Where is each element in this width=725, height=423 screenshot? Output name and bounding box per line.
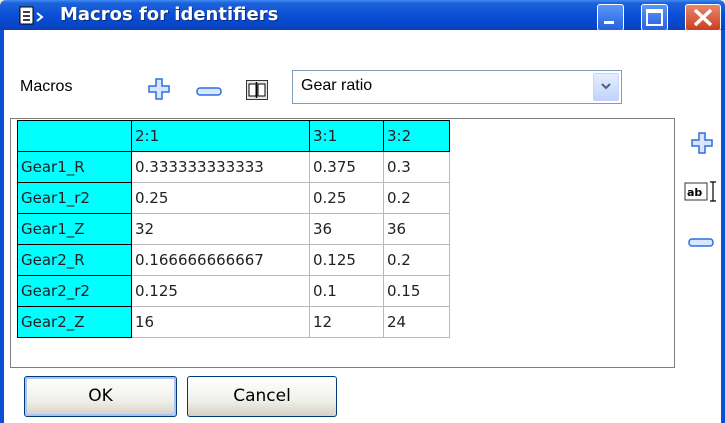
- table-cell[interactable]: 0.25: [309, 182, 384, 214]
- edit-text-icon: ab: [684, 181, 716, 202]
- table-cell[interactable]: 0.25: [131, 182, 310, 214]
- table-row: Gear2_Z 16 12 24: [17, 306, 450, 338]
- table-cell[interactable]: 36: [309, 213, 384, 245]
- rename-macro-button[interactable]: [246, 80, 268, 104]
- row-header[interactable]: Gear2_R: [17, 244, 132, 276]
- macro-select[interactable]: Gear ratio: [292, 70, 622, 104]
- window-border-left: [0, 30, 4, 423]
- row-header[interactable]: Gear2_Z: [17, 306, 132, 338]
- row-header[interactable]: Gear2_r2: [17, 275, 132, 307]
- close-button[interactable]: [685, 4, 721, 31]
- table-cell[interactable]: 12: [309, 306, 384, 338]
- column-header[interactable]: 3:1: [309, 120, 384, 152]
- table-cell[interactable]: 0.15: [383, 275, 450, 307]
- rename-icon: [246, 80, 268, 100]
- remove-icon: [196, 87, 222, 96]
- chevron-down-icon: [601, 83, 611, 90]
- table-cell[interactable]: 0.375: [309, 151, 384, 183]
- column-header[interactable]: 2:1: [131, 120, 310, 152]
- cancel-button[interactable]: Cancel: [187, 376, 337, 417]
- table-row: Gear2_R 0.166666666667 0.125 0.2: [17, 244, 450, 276]
- title-bar[interactable]: Macros for identifiers: [0, 0, 725, 31]
- table-cell[interactable]: 36: [383, 213, 450, 245]
- maximize-button[interactable]: [641, 4, 668, 31]
- add-macro-button[interactable]: [148, 78, 170, 104]
- table-row: Gear1_Z 32 36 36: [17, 213, 450, 245]
- row-header[interactable]: Gear1_Z: [17, 213, 132, 245]
- macros-label: Macros: [20, 78, 73, 95]
- header-row: 2:1 3:1 3:2: [17, 120, 450, 152]
- add-column-button[interactable]: [691, 132, 713, 158]
- close-icon: [693, 8, 713, 27]
- table-row: Gear1_r2 0.25 0.25 0.2: [17, 182, 450, 214]
- dropdown-button[interactable]: [593, 73, 619, 101]
- macros-dialog: Macros for identifiers Macros Gear ratio…: [0, 0, 725, 423]
- macro-table: 2:1 3:1 3:2 Gear1_R 0.333333333333 0.375…: [17, 120, 450, 338]
- table-row: Gear1_R 0.333333333333 0.375 0.3: [17, 151, 450, 183]
- row-header[interactable]: Gear1_r2: [17, 182, 132, 214]
- table-cell[interactable]: 32: [131, 213, 310, 245]
- table-cell[interactable]: 0.2: [383, 182, 450, 214]
- maximize-icon: [646, 9, 663, 26]
- table-cell[interactable]: 0.2: [383, 244, 450, 276]
- app-icon: [19, 6, 44, 25]
- svg-text:ab: ab: [687, 186, 702, 199]
- table-cell[interactable]: 0.125: [131, 275, 310, 307]
- add-icon: [148, 78, 170, 100]
- remove-column-button[interactable]: [688, 234, 714, 253]
- window-border-right: [721, 30, 725, 423]
- window-title: Macros for identifiers: [60, 4, 279, 25]
- ok-button[interactable]: OK: [24, 376, 177, 417]
- table-cell[interactable]: 16: [131, 306, 310, 338]
- corner-cell[interactable]: [17, 120, 132, 152]
- macro-grid[interactable]: 2:1 3:1 3:2 Gear1_R 0.333333333333 0.375…: [10, 118, 675, 368]
- rename-column-button[interactable]: ab: [684, 180, 718, 208]
- table-cell[interactable]: 0.333333333333: [131, 151, 310, 183]
- table-cell[interactable]: 0.125: [309, 244, 384, 276]
- remove-macro-button[interactable]: [196, 83, 222, 102]
- table-cell[interactable]: 0.3: [383, 151, 450, 183]
- column-header[interactable]: 3:2: [383, 120, 450, 152]
- table-cell[interactable]: 24: [383, 306, 450, 338]
- table-cell[interactable]: 0.166666666667: [131, 244, 310, 276]
- table-row: Gear2_r2 0.125 0.1 0.15: [17, 275, 450, 307]
- minimize-button[interactable]: [597, 4, 624, 31]
- add-column-icon: [691, 132, 713, 154]
- macro-select-value: Gear ratio: [301, 77, 373, 94]
- table-cell[interactable]: 0.1: [309, 275, 384, 307]
- row-header[interactable]: Gear1_R: [17, 151, 132, 183]
- remove-column-icon: [688, 238, 714, 247]
- minimize-icon: [604, 21, 614, 24]
